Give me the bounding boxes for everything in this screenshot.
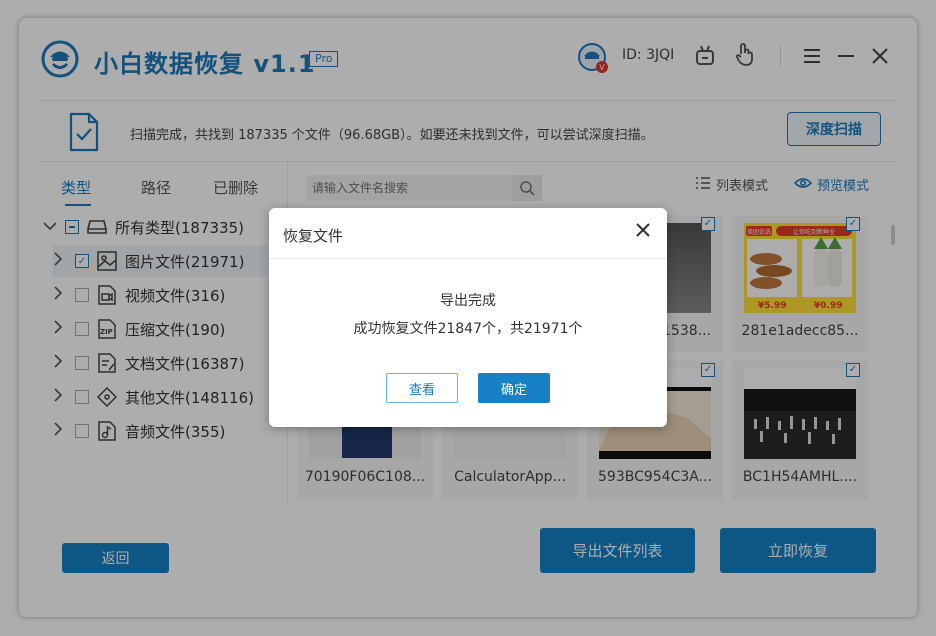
recover-files-dialog: 恢复文件 导出完成 成功恢复文件21847个，共21971个 查看 确定 [269, 208, 667, 427]
dialog-message-title: 导出完成 [440, 293, 496, 309]
dialog-title: 恢复文件 [283, 227, 344, 245]
close-icon[interactable] [635, 222, 651, 238]
dialog-divider [269, 258, 667, 259]
view-button[interactable]: 查看 [386, 373, 458, 403]
dialog-message-detail: 成功恢复文件21847个，共21971个 [353, 321, 583, 337]
confirm-button[interactable]: 确定 [478, 373, 550, 403]
